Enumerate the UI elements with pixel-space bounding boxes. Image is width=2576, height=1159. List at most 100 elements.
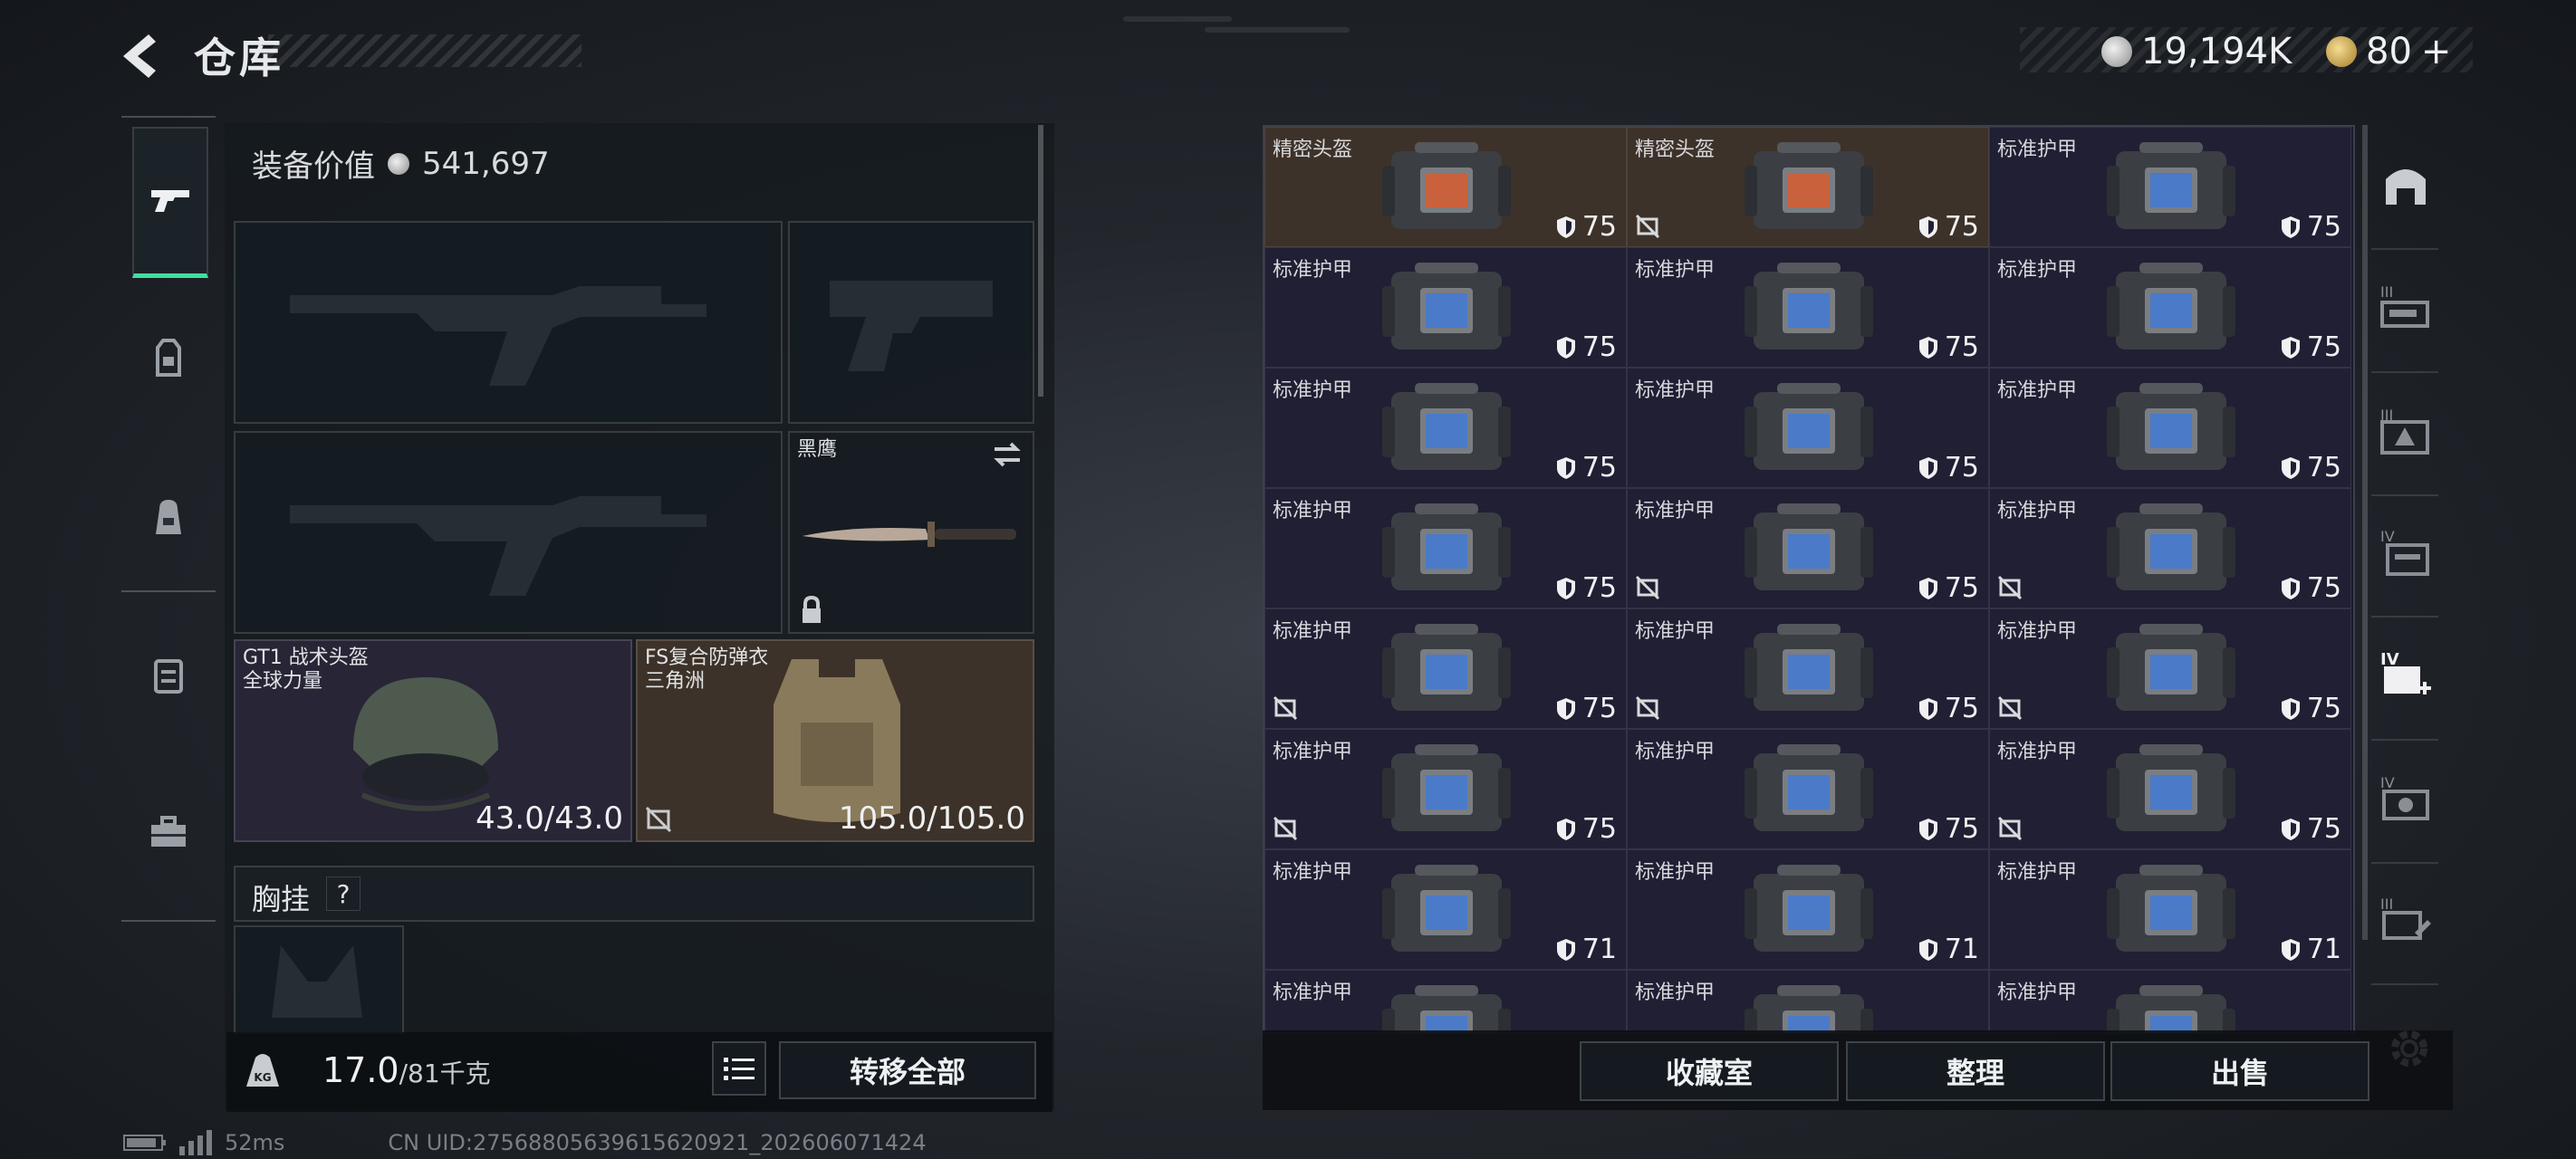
- grid-cell-label: 标准护甲: [1635, 500, 1716, 522]
- grid-cell[interactable]: 标准护甲 75: [1989, 488, 2351, 608]
- tier3-weapon-icon[interactable]: III: [2379, 281, 2433, 335]
- grid-cell[interactable]: 标准护甲 75: [1989, 729, 2351, 849]
- armor-value-text: 75: [1581, 452, 1617, 484]
- vault-arch-icon[interactable]: [2379, 158, 2433, 212]
- shield-icon: [1918, 818, 1937, 840]
- grid-cell[interactable]: 标准护甲 75: [1264, 729, 1627, 849]
- tab-weapons[interactable]: [132, 127, 208, 278]
- sidebar-divider: [2371, 248, 2438, 250]
- shield-icon: [1556, 697, 1575, 720]
- grid-cell[interactable]: 标准护甲 75: [1264, 488, 1627, 608]
- swap-icon[interactable]: [991, 442, 1024, 467]
- grid-cell[interactable]: 标准护甲 71: [1264, 849, 1627, 970]
- grid-cell-label: 标准护甲: [1635, 379, 1716, 402]
- grid-cell[interactable]: 标准护甲: [1627, 970, 1989, 1032]
- grid-cell[interactable]: 标准护甲 75: [1989, 368, 2351, 488]
- no-insurance-icon: [1273, 816, 1298, 841]
- shield-icon: [2281, 456, 2300, 479]
- gold-currency[interactable]: 80 +: [2326, 31, 2451, 72]
- tab-rig[interactable]: [132, 317, 205, 398]
- tier3-warning-icon[interactable]: III: [2379, 404, 2433, 458]
- silver-amount: 19,194K: [2141, 31, 2292, 72]
- status-bar: 52ms CN UID:27568805639615620921_2026060…: [123, 1130, 927, 1155]
- grid-cell[interactable]: 标准护甲 75: [1989, 247, 2351, 368]
- grid-cell-armor-value: 75: [2280, 452, 2341, 484]
- armor-case-image: [1745, 624, 1873, 711]
- page-title: 仓库: [194, 34, 284, 82]
- grid-cell-label: 标准护甲: [1997, 500, 2078, 522]
- grid-cell-label: 精密头盔: [1273, 139, 1353, 161]
- svg-text:IV: IV: [2380, 650, 2399, 669]
- tier4-add-icon[interactable]: IV: [2379, 648, 2433, 703]
- grid-cell[interactable]: 标准护甲 75: [1627, 729, 1989, 849]
- armor-value-text: 71: [2306, 934, 2341, 965]
- grid-cell[interactable]: 标准护甲 75: [1264, 608, 1627, 729]
- helmet-slot[interactable]: GT1 战术头盔 全球力量 43.0/43.0: [234, 639, 632, 842]
- svg-text:III: III: [2380, 283, 2393, 301]
- no-insurance-icon: [1273, 695, 1298, 721]
- grid-cell[interactable]: 标准护甲 71: [1627, 849, 1989, 970]
- armor-value-text: 75: [1581, 572, 1617, 604]
- grid-cell[interactable]: 精密头盔 75: [1264, 127, 1627, 247]
- collection-room-button[interactable]: 收藏室: [1580, 1041, 1839, 1101]
- silver-coin-icon: [2101, 36, 2132, 67]
- shield-icon: [2281, 697, 2300, 720]
- armor-case-image: [1382, 263, 1511, 350]
- chest-rig-help-icon[interactable]: ?: [326, 876, 360, 911]
- sell-button[interactable]: 出售: [2110, 1041, 2369, 1101]
- tier4-camera-icon[interactable]: IV: [2379, 771, 2433, 826]
- organize-button[interactable]: 整理: [1846, 1041, 2105, 1101]
- grid-cell-armor-value: 75: [1555, 813, 1617, 845]
- grid-cell[interactable]: 标准护甲 75: [1989, 608, 2351, 729]
- backpack-rig-icon: [156, 339, 181, 377]
- armor-slot[interactable]: FS复合防弹衣 三角洲 105.0/105.0: [636, 639, 1034, 842]
- grid-cell[interactable]: 标准护甲 75: [1627, 247, 1989, 368]
- grid-cell[interactable]: 标准护甲 75: [1627, 368, 1989, 488]
- no-insurance-icon: [1635, 575, 1660, 600]
- grid-cell[interactable]: 标准护甲 75: [1264, 247, 1627, 368]
- list-view-button[interactable]: [712, 1041, 766, 1096]
- helmet-durability: 43.0/43.0: [476, 800, 623, 837]
- shield-icon: [1918, 456, 1937, 479]
- grid-cell-label: 标准护甲: [1997, 259, 2078, 282]
- tab-backpack[interactable]: [132, 476, 205, 558]
- grid-cell[interactable]: 标准护甲 71: [1989, 849, 2351, 970]
- vest-brand: 三角洲: [645, 670, 706, 693]
- grid-cell-armor-value: 75: [1555, 693, 1617, 724]
- add-gold-icon[interactable]: +: [2421, 31, 2452, 72]
- grid-cell[interactable]: 标准护甲 75: [1627, 488, 1989, 608]
- grid-cell[interactable]: 精密头盔 75: [1627, 127, 1989, 247]
- helmet-case-image: [1382, 142, 1511, 229]
- equipment-value-amount: 541,697: [422, 145, 550, 182]
- armor-value-text: 75: [1581, 693, 1617, 724]
- primary-weapon-slot[interactable]: [234, 221, 783, 424]
- grid-cell-label: 标准护甲: [1273, 379, 1353, 402]
- rifle-silhouette-icon: [290, 286, 706, 386]
- tab-toolbox[interactable]: [132, 791, 205, 873]
- grid-cell-armor-value: 75: [2280, 211, 2341, 243]
- transfer-all-button[interactable]: 转移全部: [779, 1041, 1036, 1099]
- secondary-weapon-slot[interactable]: [234, 431, 783, 634]
- grid-cell[interactable]: 标准护甲 75: [1264, 368, 1627, 488]
- tab-case[interactable]: [132, 634, 205, 715]
- grid-cell[interactable]: 标准护甲 75: [1627, 608, 1989, 729]
- sidebar-divider: [2371, 494, 2438, 496]
- equipment-scrollbar[interactable]: [1038, 125, 1043, 397]
- armor-case-image: [2107, 263, 2235, 350]
- grid-cell-label: 标准护甲: [1273, 259, 1353, 282]
- grid-cell-armor-value: 75: [1918, 452, 1979, 484]
- melee-slot[interactable]: 黑鹰: [788, 431, 1034, 634]
- no-insurance-icon: [1997, 575, 2023, 600]
- no-insurance-icon: [1635, 214, 1660, 239]
- grid-cell[interactable]: 标准护甲: [1264, 970, 1627, 1032]
- grid-cell[interactable]: 标准护甲 75: [1989, 127, 2351, 247]
- weight-display: 17.0 /81千克: [322, 1050, 491, 1090]
- tier3-edit-icon[interactable]: III: [2379, 893, 2433, 947]
- pistol-slot[interactable]: [788, 221, 1034, 424]
- armor-value-text: 75: [1944, 452, 1979, 484]
- grid-cell-armor-value: 75: [1555, 211, 1617, 243]
- tier4-stack-icon[interactable]: IV: [2379, 525, 2433, 580]
- back-arrow-icon[interactable]: [116, 31, 170, 81]
- chest-rig-slot[interactable]: [234, 925, 404, 1034]
- grid-cell[interactable]: 标准护甲: [1989, 970, 2351, 1032]
